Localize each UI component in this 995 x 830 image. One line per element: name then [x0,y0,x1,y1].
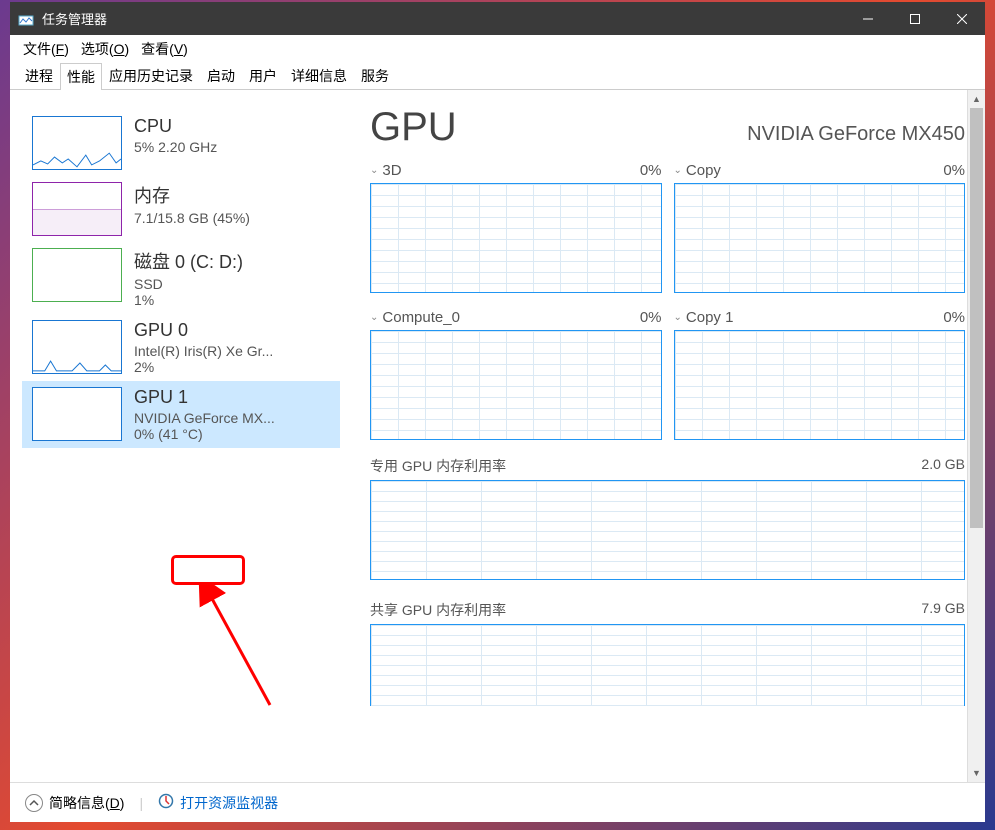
sidebar-item-memory[interactable]: 内存 7.1/15.8 GB (45%) [22,176,340,242]
resource-monitor-icon [158,793,174,812]
sidebar-item-disk[interactable]: 磁盘 0 (C: D:) SSD 1% [22,242,340,314]
dedicated-mem-label: 专用 GPU 内存利用率 [370,456,506,476]
window-title: 任务管理器 [42,9,844,28]
disk-title: 磁盘 0 (C: D:) [134,248,330,274]
close-button[interactable] [938,2,985,35]
scrollbar-thumb[interactable] [970,108,983,528]
chart-3d-graph[interactable] [370,183,662,293]
window-controls [844,2,985,35]
gpu1-title: GPU 1 [134,387,330,408]
memory-sub: 7.1/15.8 GB (45%) [134,210,330,226]
chart-copy-graph[interactable] [674,183,966,293]
gpu0-sub1: Intel(R) Iris(R) Xe Gr... [134,343,330,359]
disk-sub1: SSD [134,276,330,292]
cpu-sub: 5% 2.20 GHz [134,139,330,155]
tab-services[interactable]: 服务 [354,62,396,89]
gpu0-title: GPU 0 [134,320,330,341]
scroll-down-icon[interactable]: ▼ [968,764,985,782]
performance-sidebar: CPU 5% 2.20 GHz 内存 7.1/15.8 GB (45%) 磁盘 … [10,90,340,782]
brief-info-button[interactable]: 简略信息(D) [25,793,124,813]
tabbar: 进程 性能 应用历史记录 启动 用户 详细信息 服务 [10,62,985,90]
tab-processes[interactable]: 进程 [18,62,60,89]
chevron-down-icon[interactable]: ⌄ [674,165,682,176]
chevron-up-circle-icon [25,794,43,812]
chart-compute0: ⌄Compute_0 0% [370,309,662,440]
gpu0-mini-chart [32,320,122,374]
chevron-down-icon[interactable]: ⌄ [674,312,682,323]
sidebar-item-gpu0[interactable]: GPU 0 Intel(R) Iris(R) Xe Gr... 2% [22,314,340,381]
tab-startup[interactable]: 启动 [200,62,242,89]
dedicated-mem-max: 2.0 GB [921,456,965,476]
footer-divider: | [139,795,143,811]
gpu1-sub2: 0% (41 °C) [134,426,330,442]
cpu-mini-chart [32,116,122,170]
scroll-up-icon[interactable]: ▲ [968,90,985,108]
gpu1-temp: (41 °C) [158,426,203,442]
menu-options[interactable]: 选项(O) [76,36,134,62]
titlebar: 任务管理器 [10,2,985,35]
panel-subtitle: NVIDIA GeForce MX450 [747,123,965,146]
vertical-scrollbar[interactable]: ▲ ▼ [967,90,985,782]
menu-file[interactable]: 文件(F) [18,36,74,62]
shared-mem-chart[interactable] [370,624,965,706]
chart-3d: ⌄3D 0% [370,162,662,293]
tab-app-history[interactable]: 应用历史记录 [102,62,200,89]
gpu0-sub2: 2% [134,359,330,375]
memory-title: 内存 [134,182,330,208]
tab-details[interactable]: 详细信息 [284,62,354,89]
footer: 简略信息(D) | 打开资源监视器 [10,782,985,822]
chart-copy: ⌄Copy 0% [674,162,966,293]
chevron-down-icon[interactable]: ⌄ [370,312,378,323]
shared-mem-label: 共享 GPU 内存利用率 [370,600,506,620]
memory-mini-chart [32,182,122,236]
minimize-button[interactable] [844,2,891,35]
menubar: 文件(F) 选项(O) 查看(V) [10,35,985,62]
gpu1-mini-chart [32,387,122,441]
cpu-title: CPU [134,116,330,137]
disk-mini-chart [32,248,122,302]
tab-performance[interactable]: 性能 [60,63,102,90]
content-area: CPU 5% 2.20 GHz 内存 7.1/15.8 GB (45%) 磁盘 … [10,90,985,782]
tab-users[interactable]: 用户 [242,62,284,89]
gpu1-sub1: NVIDIA GeForce MX... [134,410,330,426]
disk-sub2: 1% [134,292,330,308]
chart-compute0-graph[interactable] [370,330,662,440]
shared-mem-max: 7.9 GB [921,600,965,620]
maximize-button[interactable] [891,2,938,35]
sidebar-item-gpu1[interactable]: GPU 1 NVIDIA GeForce MX... 0% (41 °C) [22,381,340,448]
chart-copy1-graph[interactable] [674,330,966,440]
gpu-detail-panel: GPU NVIDIA GeForce MX450 ⌄3D 0% ⌄Copy 0% [340,90,985,782]
chart-copy1: ⌄Copy 1 0% [674,309,966,440]
dedicated-mem-chart[interactable] [370,480,965,580]
menu-view[interactable]: 查看(V) [136,36,193,62]
open-resource-monitor-button[interactable]: 打开资源监视器 [158,793,278,813]
sidebar-item-cpu[interactable]: CPU 5% 2.20 GHz [22,110,340,176]
task-manager-window: 任务管理器 文件(F) 选项(O) 查看(V) 进程 性能 应用历史记录 启动 … [10,2,985,822]
app-icon [18,11,34,27]
panel-title: GPU [370,105,457,150]
chevron-down-icon[interactable]: ⌄ [370,165,378,176]
